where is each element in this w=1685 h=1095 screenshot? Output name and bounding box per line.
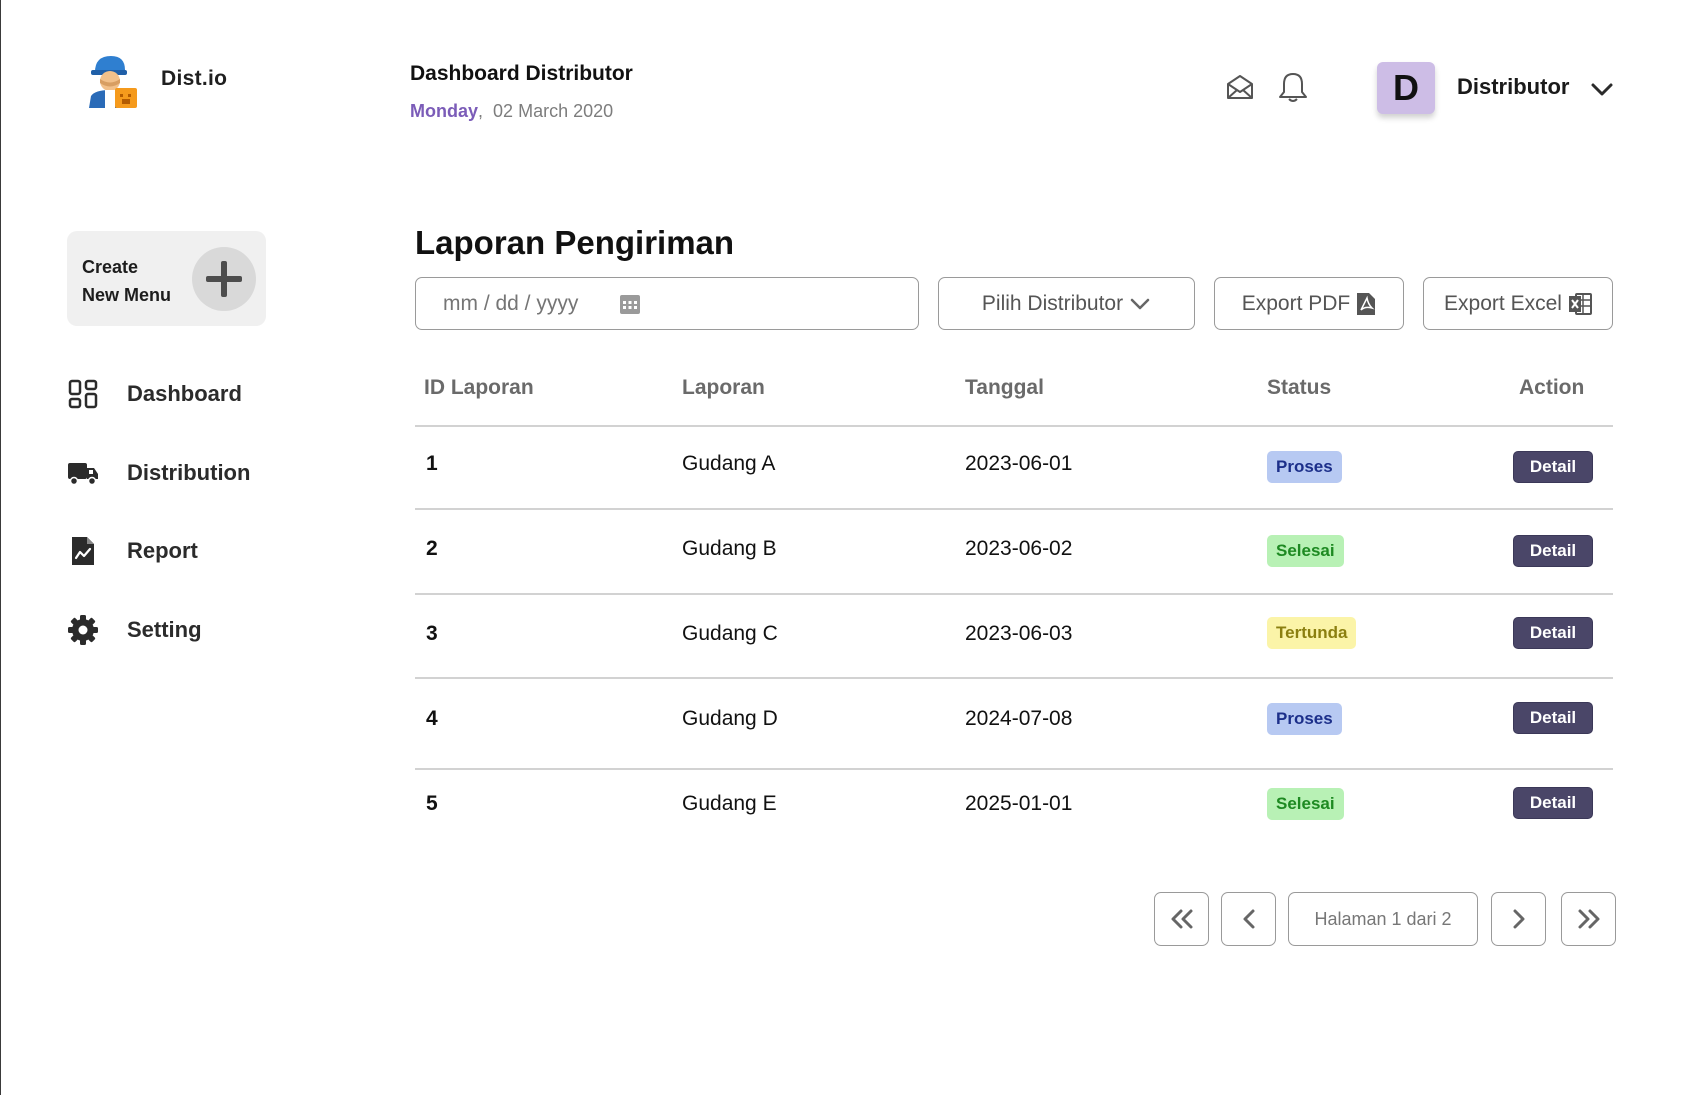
sidebar-item-setting[interactable]: Setting <box>67 614 202 646</box>
first-page-button[interactable] <box>1154 892 1209 946</box>
export-pdf-label: Export PDF <box>1241 291 1351 315</box>
status-badge: Proses <box>1267 703 1342 735</box>
cell-id: 4 <box>426 707 438 730</box>
courier-logo-icon <box>89 56 137 108</box>
date-field[interactable] <box>415 277 919 330</box>
previous-page-button[interactable] <box>1221 892 1276 946</box>
detail-button[interactable]: Detail <box>1513 535 1593 567</box>
chevron-down-icon[interactable] <box>1589 78 1615 100</box>
detail-button[interactable]: Detail <box>1513 787 1593 819</box>
calendar-icon[interactable] <box>619 293 641 315</box>
cell-tanggal: 2025-01-01 <box>965 792 1073 815</box>
export-pdf-button[interactable]: Export PDF <box>1214 277 1404 330</box>
cell-id: 5 <box>426 792 438 815</box>
column-header-action: Action <box>1519 376 1585 399</box>
sidebar-item-dashboard[interactable]: Dashboard <box>67 378 242 410</box>
sidebar-item-label: Dashboard <box>127 381 242 406</box>
table-divider <box>415 508 1613 510</box>
column-header-id: ID Laporan <box>424 376 534 399</box>
chevron-left-icon <box>1243 909 1254 929</box>
column-header-laporan: Laporan <box>682 376 765 399</box>
create-new-menu-label: Create New Menu <box>82 253 192 309</box>
detail-button[interactable]: Detail <box>1513 451 1593 483</box>
cell-laporan: Gudang D <box>682 707 778 730</box>
export-excel-button[interactable]: Export Excel <box>1423 277 1613 330</box>
detail-button[interactable]: Detail <box>1513 617 1593 649</box>
cell-laporan: Gudang B <box>682 537 777 560</box>
date-separator: , <box>478 101 484 121</box>
date-input[interactable] <box>443 291 613 316</box>
next-page-button[interactable] <box>1491 892 1546 946</box>
page-title: Laporan Pengiriman <box>415 224 735 261</box>
cell-laporan: Gudang C <box>682 622 778 645</box>
create-label-line1: Create <box>82 257 139 277</box>
report-icon <box>67 535 99 567</box>
table-divider <box>415 593 1613 595</box>
brand-name: Dist.io <box>161 67 228 90</box>
sidebar-item-label: Report <box>127 538 198 563</box>
plus-icon <box>192 247 256 311</box>
chevron-right-icon <box>1513 909 1524 929</box>
double-chevron-right-icon <box>1578 909 1599 929</box>
sidebar-item-label: Setting <box>127 617 202 642</box>
truck-icon <box>67 457 99 489</box>
avatar[interactable]: D <box>1377 62 1435 114</box>
last-page-button[interactable] <box>1561 892 1616 946</box>
bell-icon[interactable] <box>1274 68 1312 106</box>
gear-icon <box>67 614 99 646</box>
double-chevron-left-icon <box>1171 909 1192 929</box>
status-badge: Proses <box>1267 451 1342 483</box>
table-divider <box>415 425 1613 427</box>
mail-icon[interactable] <box>1221 68 1259 106</box>
create-label-line2: New Menu <box>82 285 172 305</box>
table-divider <box>415 677 1613 679</box>
column-header-status: Status <box>1267 376 1332 399</box>
pdf-file-icon <box>1356 292 1376 316</box>
export-excel-label: Export Excel <box>1444 291 1562 315</box>
pagination-info: Halaman 1 dari 2 <box>1288 892 1478 946</box>
cell-id: 3 <box>426 622 438 645</box>
status-badge: Selesai <box>1267 535 1344 567</box>
dashboard-icon <box>67 378 99 410</box>
table-divider <box>415 768 1613 770</box>
header-date: Monday, 02 March 2020 <box>410 101 613 122</box>
user-name[interactable]: Distributor <box>1457 74 1569 100</box>
cell-tanggal: 2024-07-08 <box>965 707 1073 730</box>
header-day: Monday <box>410 101 479 121</box>
sidebar-item-label: Distribution <box>127 460 251 485</box>
page-header-title: Dashboard Distributor <box>410 62 633 85</box>
create-new-menu-button[interactable]: Create New Menu <box>67 231 266 326</box>
sidebar-item-distribution[interactable]: Distribution <box>67 457 250 489</box>
cell-id: 1 <box>426 452 438 475</box>
status-badge: Selesai <box>1267 788 1344 820</box>
distributor-select-label: Pilih Distributor <box>981 291 1124 315</box>
column-header-tanggal: Tanggal <box>965 376 1044 399</box>
status-badge: Tertunda <box>1267 617 1357 649</box>
cell-tanggal: 2023-06-01 <box>965 452 1073 475</box>
cell-id: 2 <box>426 537 438 560</box>
cell-laporan: Gudang A <box>682 452 776 475</box>
cell-tanggal: 2023-06-03 <box>965 622 1073 645</box>
excel-file-icon <box>1568 292 1592 316</box>
chevron-down-icon <box>1129 296 1151 312</box>
header-date-value: 02 March 2020 <box>493 101 614 121</box>
cell-laporan: Gudang E <box>682 792 777 815</box>
cell-tanggal: 2023-06-02 <box>965 537 1073 560</box>
brand[interactable]: Dist.io <box>81 50 227 108</box>
distributor-select[interactable]: Pilih Distributor <box>938 277 1195 330</box>
sidebar-item-report[interactable]: Report <box>67 535 198 567</box>
detail-button[interactable]: Detail <box>1513 702 1593 734</box>
